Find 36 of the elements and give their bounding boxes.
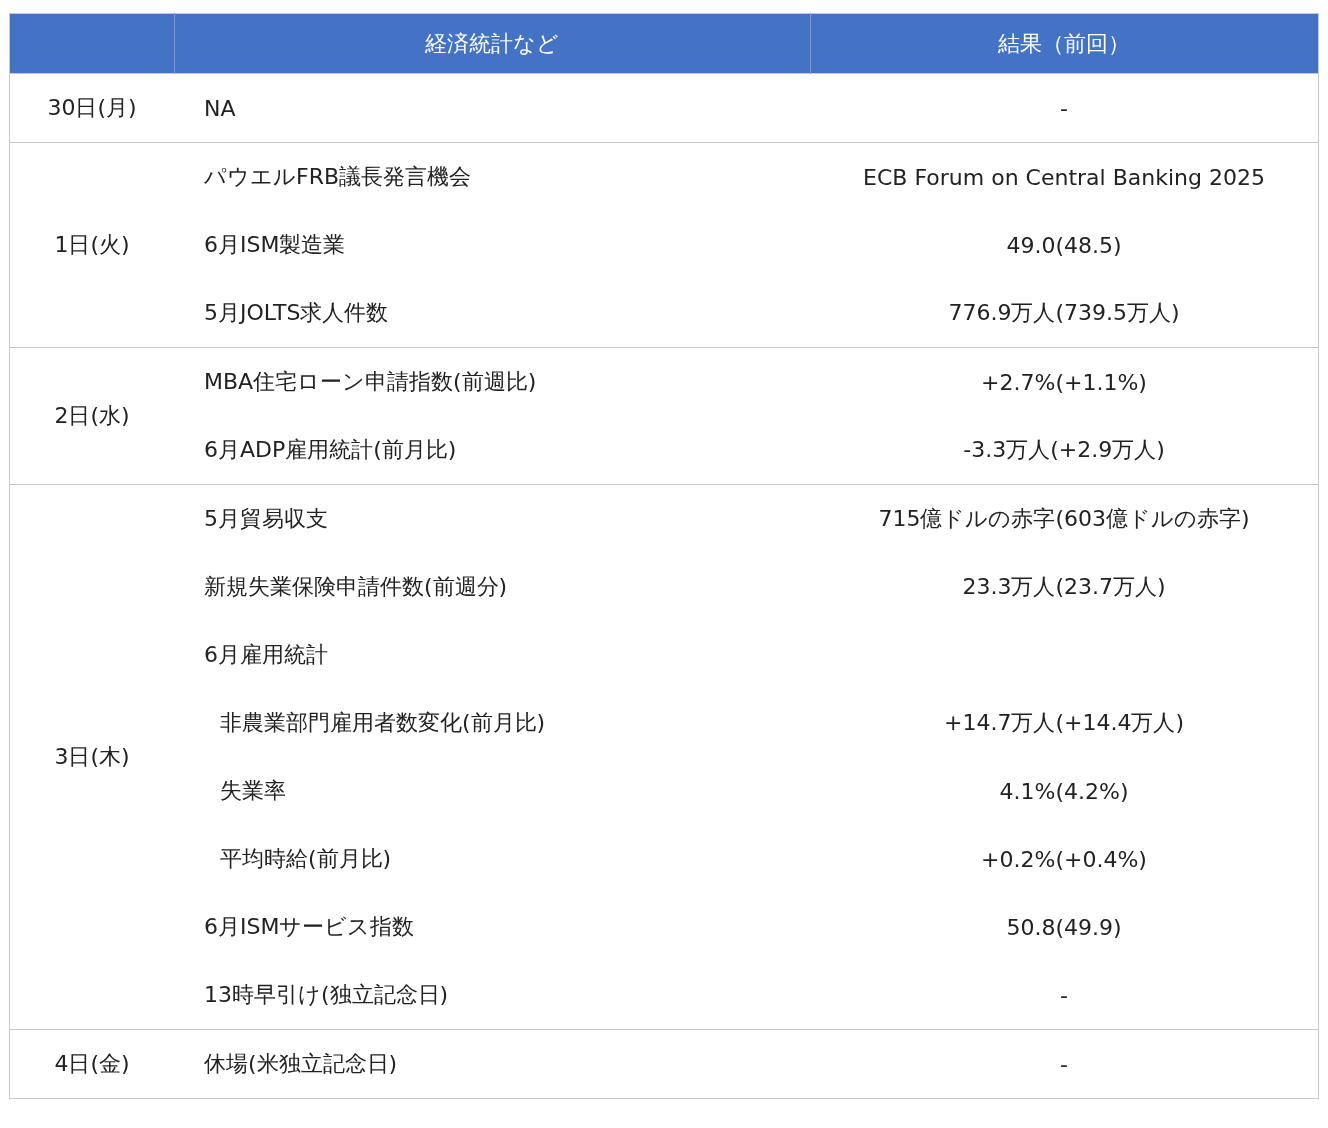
indicator-cell-text: 6月雇用統計 (203, 641, 329, 669)
date-cell: 1日(火) (9, 142, 174, 348)
indicator-cell: 5月貿易収支 (174, 484, 810, 553)
indicator-cell: 6月ADP雇用統計(前月比) (174, 416, 810, 485)
indicator-cell: 13時早引け(独立記念日) (174, 961, 810, 1030)
result-cell: - (810, 73, 1319, 143)
result-cell: 776.9万人(739.5万人) (810, 279, 1319, 348)
result-cell: 715億ドルの赤字(603億ドルの赤字) (810, 484, 1319, 553)
result-cell: ECB Forum on Central Banking 2025 (810, 142, 1319, 211)
result-cell: 49.0(48.5) (810, 211, 1319, 279)
indicator-cell: MBA住宅ローン申請指数(前週比) (174, 347, 810, 416)
date-cell: 2日(水) (9, 347, 174, 485)
indicator-cell: NA (174, 73, 810, 143)
date-cell: 30日(月) (9, 73, 174, 143)
indicator-cell-text: 平均時給(前月比) (219, 845, 393, 873)
result-cell: +0.2%(+0.4%) (810, 825, 1319, 893)
result-cell: - (810, 1029, 1319, 1099)
result-cell: +2.7%(+1.1%) (810, 347, 1319, 416)
indicator-cell-text: 非農業部門雇用者数変化(前月比) (219, 709, 547, 737)
result-cell: 50.8(49.9) (810, 893, 1319, 961)
result-cell: - (810, 961, 1319, 1030)
indicator-cell-text: 6月ISM製造業 (203, 231, 347, 259)
column-header: 結果（前回） (810, 13, 1319, 74)
indicator-cell-text: 新規失業保険申請件数(前週分) (203, 573, 509, 601)
indicator-cell: 休場(米独立記念日) (174, 1029, 810, 1099)
indicator-cell: パウエルFRB議長発言機会 (174, 142, 810, 211)
indicator-cell-text: 失業率 (219, 777, 287, 805)
indicator-cell-text: 6月ISMサービス指数 (203, 913, 416, 941)
column-header: 経済統計など (174, 13, 810, 74)
result-cell: 23.3万人(23.7万人) (810, 553, 1319, 621)
result-cell: +14.7万人(+14.4万人) (810, 689, 1319, 757)
result-cell: 4.1%(4.2%) (810, 757, 1319, 825)
date-cell: 4日(金) (9, 1029, 174, 1099)
date-cell: 3日(木) (9, 484, 174, 1030)
indicator-cell: 5月JOLTS求人件数 (174, 279, 810, 348)
result-cell: -3.3万人(+2.9万人) (810, 416, 1319, 485)
